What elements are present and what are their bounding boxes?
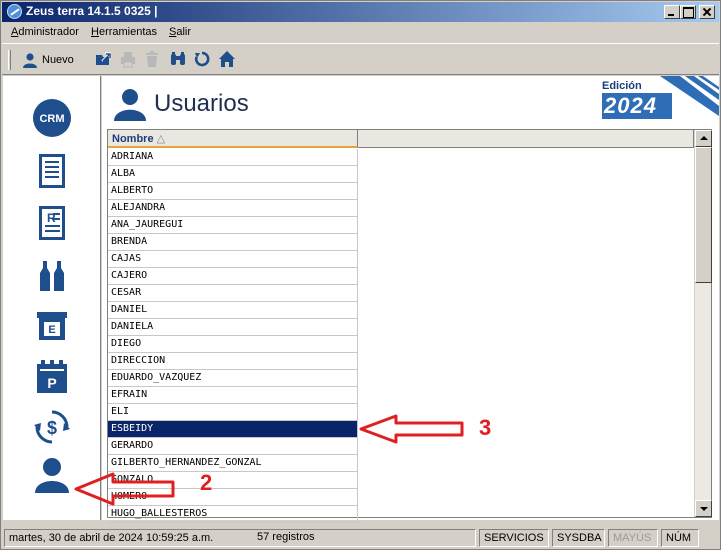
user-icon bbox=[23, 53, 37, 68]
column-header-empty bbox=[358, 130, 694, 148]
annotation-number-3: 3 bbox=[479, 415, 492, 440]
currency-exchange-icon: $ bbox=[34, 410, 70, 444]
page-title: Usuarios bbox=[154, 90, 249, 117]
app-window: Zeus terra 14.1.5 0325 | Administrador H… bbox=[0, 0, 721, 550]
sidebar-item-users[interactable] bbox=[32, 455, 72, 495]
sidebar-item-report[interactable]: R bbox=[32, 203, 72, 243]
toolbar-grip[interactable] bbox=[8, 50, 11, 70]
status-bar: martes, 30 de abril de 2024 10:59:25 a.m… bbox=[2, 527, 719, 549]
table-row[interactable]: ALEJANDRA bbox=[108, 200, 358, 217]
user-icon bbox=[35, 458, 69, 493]
table-row[interactable]: CAJERO bbox=[108, 268, 358, 285]
table-row[interactable]: ANA_JAUREGUI bbox=[108, 217, 358, 234]
table-row[interactable]: CESAR bbox=[108, 285, 358, 302]
table-row[interactable]: ALBA bbox=[108, 166, 358, 183]
archive-icon-label: E bbox=[48, 324, 55, 336]
menu-mnemonic: H bbox=[91, 26, 99, 38]
status-user: SYSDBA bbox=[552, 529, 605, 547]
menu-bar: Administrador Herramientas Salir bbox=[2, 23, 719, 43]
menu-label: alir bbox=[176, 26, 192, 38]
status-datetime: martes, 30 de abril de 2024 10:59:25 a.m… bbox=[4, 529, 476, 547]
annotation-arrow-2 bbox=[74, 472, 175, 506]
users-grid: Nombre △ ADRIANA ALBA ALBERTO ALEJANDRA ANA_J… bbox=[107, 129, 712, 523]
status-caps-lock: MAYÚS bbox=[608, 529, 658, 547]
title-bar: Zeus terra 14.1.5 0325 | bbox=[2, 2, 719, 22]
table-row[interactable]: EFRAIN bbox=[108, 387, 358, 404]
sort-ascending-icon: △ bbox=[156, 133, 166, 145]
calendar-icon-label: P bbox=[47, 375, 56, 391]
menu-herramientas[interactable]: Herramientas bbox=[91, 26, 157, 38]
sidebar-item-bottles[interactable] bbox=[32, 255, 72, 295]
menu-label: dministrador bbox=[18, 26, 79, 38]
scroll-thumb[interactable] bbox=[695, 147, 712, 283]
annotation-number-2: 2 bbox=[200, 470, 213, 495]
table-row[interactable]: ELI bbox=[108, 404, 358, 421]
status-servicios: SERVICIOS bbox=[479, 529, 549, 547]
print-icon[interactable] bbox=[119, 50, 137, 68]
table-row[interactable]: GERARDO bbox=[108, 438, 358, 455]
table-row[interactable]: EDUARDO_VAZQUEZ bbox=[108, 370, 358, 387]
new-button-label: Nuevo bbox=[42, 54, 74, 66]
sidebar-item-calendar[interactable]: P bbox=[32, 357, 72, 397]
scroll-up-button[interactable] bbox=[695, 130, 712, 147]
archive-box-icon: E bbox=[37, 312, 67, 340]
table-row[interactable]: ESBEIDY bbox=[108, 421, 358, 438]
column-header-nombre[interactable]: Nombre △ bbox=[108, 130, 358, 148]
sidebar-item-document-list[interactable] bbox=[32, 151, 72, 191]
table-row[interactable]: GILBERTO_HERNANDEZ_GONZAL bbox=[108, 455, 358, 472]
table-row[interactable]: DANIELA bbox=[108, 319, 358, 336]
scroll-down-button[interactable] bbox=[695, 500, 712, 517]
status-records: 57 registros bbox=[257, 531, 315, 543]
delete-icon[interactable] bbox=[143, 50, 161, 68]
table-row[interactable]: ALBERTO bbox=[108, 183, 358, 200]
main-panel: Usuarios Edición 2024 Nombre △ ADRIANA ALB… bbox=[102, 76, 719, 523]
sidebar-item-currency[interactable]: $ bbox=[32, 407, 72, 447]
maximize-button[interactable] bbox=[680, 5, 696, 19]
user-icon bbox=[114, 89, 146, 121]
sidebar-item-crm[interactable]: CRM bbox=[32, 98, 72, 138]
refresh-icon[interactable] bbox=[193, 50, 211, 68]
page-header: Usuarios bbox=[112, 86, 249, 122]
table-row[interactable]: BRENDA bbox=[108, 234, 358, 251]
sidebar: CRM R E P $ bbox=[3, 76, 101, 520]
minimize-button[interactable] bbox=[664, 5, 680, 19]
edition-label: Edición bbox=[602, 80, 642, 92]
table-row[interactable]: DIRECCION bbox=[108, 353, 358, 370]
sidebar-item-archive[interactable]: E bbox=[32, 306, 72, 346]
home-icon[interactable] bbox=[218, 50, 236, 68]
table-row[interactable]: HUGO_BALLESTEROS bbox=[108, 506, 358, 523]
binoculars-icon[interactable] bbox=[169, 50, 187, 68]
table-row[interactable]: DIEGO bbox=[108, 336, 358, 353]
export-icon[interactable] bbox=[94, 50, 112, 68]
calendar-p-icon: P bbox=[37, 360, 67, 393]
svg-text:$: $ bbox=[47, 418, 57, 438]
menu-label: erramientas bbox=[98, 26, 158, 38]
toolbar: Nuevo bbox=[2, 43, 719, 75]
status-datetime-text: martes, 30 de abril de 2024 10:59:25 a.m… bbox=[9, 532, 214, 544]
status-num-lock: NÚM bbox=[661, 529, 699, 547]
report-icon: R bbox=[39, 206, 65, 240]
table-row[interactable]: ADRIANA bbox=[108, 149, 358, 166]
table-row[interactable]: DANIEL bbox=[108, 302, 358, 319]
crm-icon-label: CRM bbox=[39, 113, 64, 125]
close-button[interactable] bbox=[699, 5, 715, 19]
grid-header: Nombre △ bbox=[108, 130, 694, 148]
menu-administrador[interactable]: Administrador bbox=[11, 26, 79, 38]
bottles-icon bbox=[40, 261, 64, 291]
table-row[interactable]: CAJAS bbox=[108, 251, 358, 268]
app-logo-icon bbox=[7, 4, 22, 19]
document-list-icon bbox=[39, 154, 65, 188]
crm-icon: CRM bbox=[33, 99, 71, 137]
edition-year: 2024 bbox=[602, 93, 672, 119]
annotation-arrow-3 bbox=[359, 414, 464, 444]
column-header-label: Nombre bbox=[112, 133, 154, 145]
vertical-scrollbar[interactable] bbox=[694, 130, 712, 517]
new-button[interactable]: Nuevo bbox=[22, 50, 74, 70]
grid-rows: ADRIANA ALBA ALBERTO ALEJANDRA ANA_JAUREGUI B… bbox=[108, 149, 358, 523]
menu-salir[interactable]: Salir bbox=[169, 26, 191, 38]
window-title: Zeus terra 14.1.5 0325 | bbox=[26, 4, 158, 18]
edition-badge: Edición 2024 bbox=[590, 76, 719, 126]
